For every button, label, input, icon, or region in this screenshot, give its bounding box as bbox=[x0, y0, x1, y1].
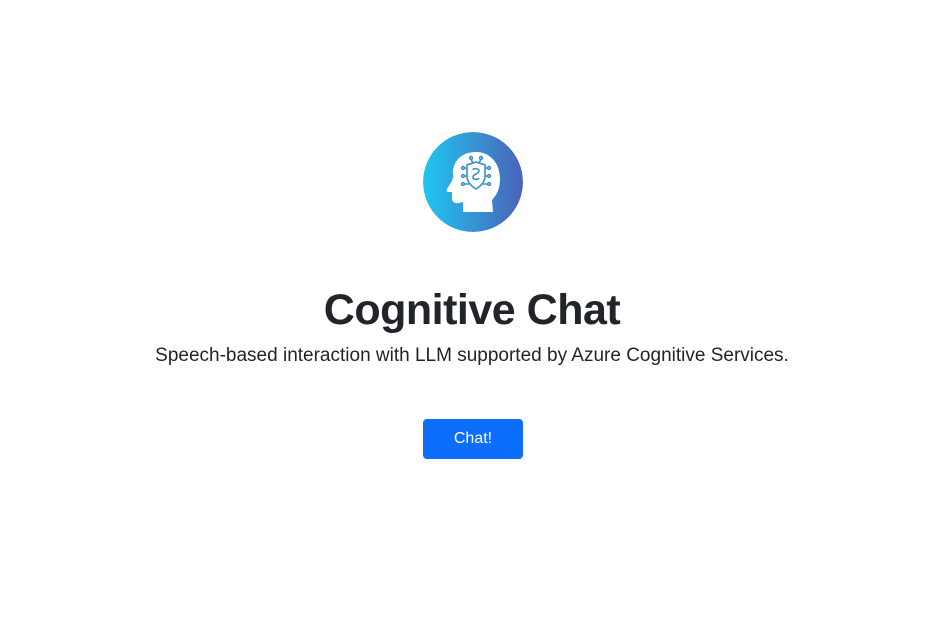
logo-graphic bbox=[423, 132, 523, 232]
landing-page: Cognitive Chat Speech-based interaction … bbox=[0, 0, 951, 624]
ai-head-brain-icon bbox=[423, 132, 523, 232]
page-subtitle: Speech-based interaction with LLM suppor… bbox=[155, 345, 789, 366]
chat-button[interactable]: Chat! bbox=[423, 419, 523, 459]
page-title: Cognitive Chat bbox=[323, 286, 621, 334]
